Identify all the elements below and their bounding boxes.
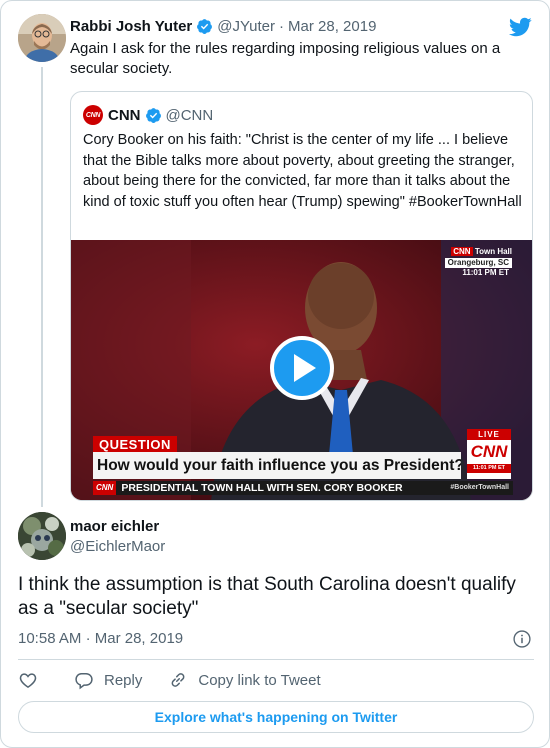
reply-author-avatar[interactable] (18, 512, 66, 560)
live-badge: LIVE CNN 11:01 PM ET (467, 429, 511, 479)
tweet-text: Again I ask for the rules regarding impo… (70, 40, 501, 77)
event-label: Town Hall (474, 247, 512, 256)
cnn-logo: CNN (470, 442, 508, 461)
question-label: QUESTION (93, 436, 177, 453)
tweet-date[interactable]: Mar 28, 2019 (288, 18, 376, 35)
action-bar: Reply Copy link to Tweet (18, 669, 347, 691)
reply-author-name[interactable]: maor eichler (70, 518, 159, 536)
heart-icon (19, 673, 37, 688)
live-time: 11:01 PM ET (467, 464, 511, 473)
copy-link-button[interactable]: Copy link to Tweet (168, 670, 321, 690)
reply-icon (75, 673, 93, 690)
reply-label: Reply (104, 671, 143, 689)
thread-line (41, 67, 43, 507)
ticker-bar: CNN PRESIDENTIAL TOWN HALL WITH SEN. COR… (93, 481, 513, 495)
reply-text: I think the assumption is that South Car… (18, 574, 516, 619)
ticker-hashtag: #BookerTownHall (450, 484, 509, 491)
reply-timestamp[interactable]: 10:58 AM · Mar 28, 2019 (18, 630, 183, 648)
like-button[interactable] (18, 670, 48, 690)
cnn-avatar: CNN (83, 105, 103, 125)
quoted-tweet[interactable]: CNN CNN @CNN Cory Booker on his faith: "… (70, 91, 533, 501)
ticker-cnn-logo: CNN (93, 481, 117, 495)
separator: · (85, 630, 91, 647)
tweet-card: Rabbi Josh Yuter @JYuter · Mar 28, 2019 … (0, 0, 550, 748)
quoted-header: CNN CNN @CNN (83, 105, 213, 125)
play-button[interactable] (270, 336, 334, 400)
question-chyron: How would your faith influence you as Pr… (93, 452, 461, 479)
author-handle[interactable]: @JYuter (217, 18, 275, 35)
verified-badge-icon (197, 18, 213, 34)
video-player[interactable]: CNN Town Hall Orangeburg, SC 11:01 PM ET… (71, 240, 532, 500)
location-graphic: CNN Town Hall Orangeburg, SC 11:01 PM ET (444, 247, 512, 278)
reply-button[interactable]: Reply (74, 670, 142, 690)
ticker-text: PRESIDENTIAL TOWN HALL WITH SEN. CORY BO… (121, 482, 403, 494)
divider (18, 659, 534, 660)
broadcast-time: 11:01 PM ET (462, 268, 509, 277)
live-label: LIVE (467, 429, 511, 440)
info-icon[interactable] (512, 629, 532, 649)
author-avatar[interactable] (18, 14, 66, 62)
quoted-author-name: CNN (108, 106, 141, 124)
explore-button[interactable]: Explore what's happening on Twitter (18, 701, 534, 733)
quoted-author-handle: @CNN (165, 106, 214, 124)
cnn-small-logo: CNN (451, 247, 473, 256)
link-icon (171, 673, 185, 687)
play-icon (294, 354, 316, 382)
copy-link-label: Copy link to Tweet (198, 671, 321, 689)
twitter-bird-icon[interactable] (508, 15, 532, 39)
separator: · (279, 17, 285, 35)
reply-date: Mar 28, 2019 (94, 630, 184, 647)
quoted-text: Cory Booker on his faith: "Christ is the… (83, 132, 522, 210)
reply-author-handle[interactable]: @EichlerMaor (70, 538, 165, 556)
avatar-image (18, 14, 66, 62)
author-name[interactable]: Rabbi Josh Yuter (70, 18, 192, 35)
verified-badge-icon (145, 107, 161, 123)
avatar-image (18, 512, 66, 560)
location-label: Orangeburg, SC (444, 258, 512, 268)
tweet-header: Rabbi Josh Yuter @JYuter · Mar 28, 2019 (70, 16, 376, 36)
reply-time: 10:58 AM (18, 630, 82, 647)
